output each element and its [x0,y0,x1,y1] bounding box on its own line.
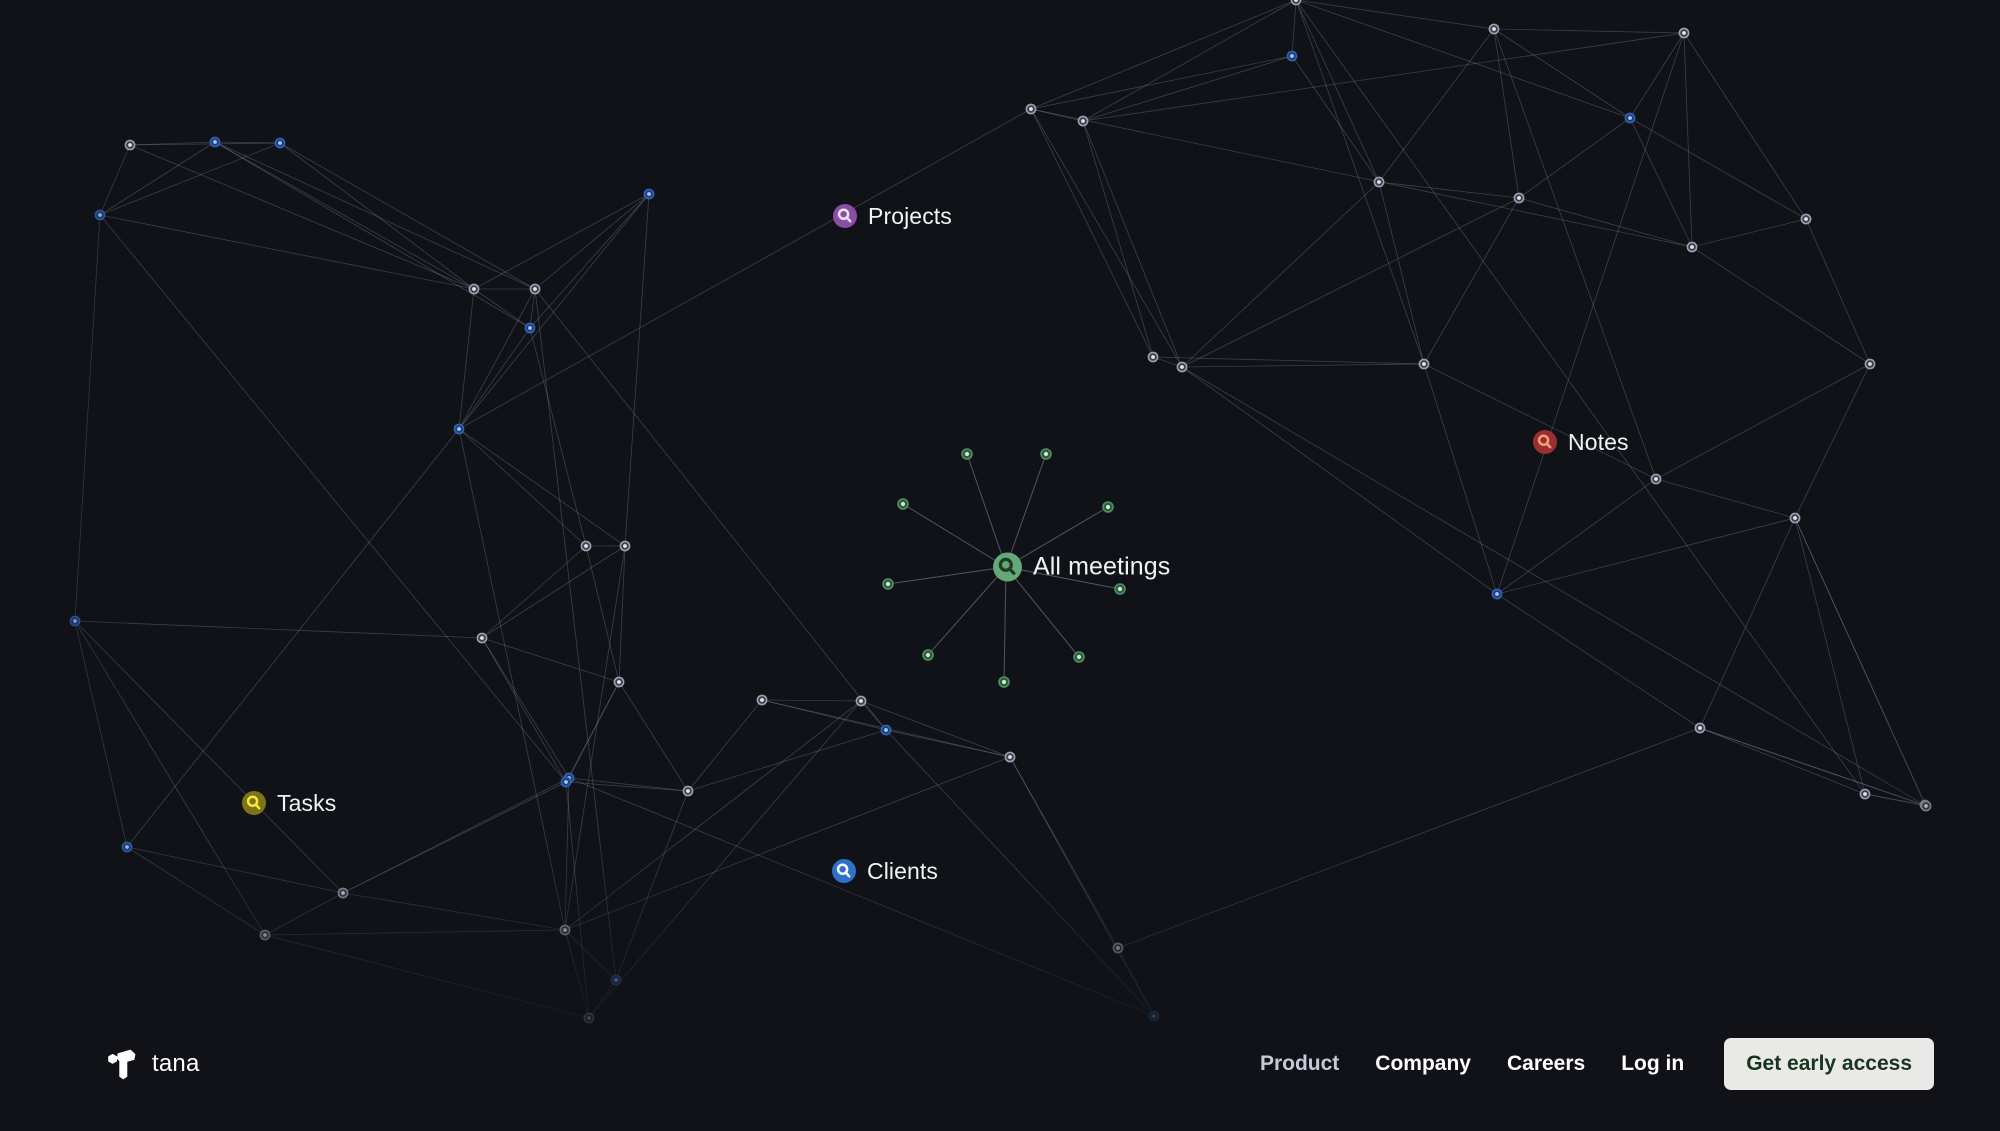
graph-hub-labels: Projects Notes All meetings Tasks Clients [0,0,2000,1131]
graph-hub-all-meetings[interactable]: All meetings [993,552,1171,582]
nav-link-careers[interactable]: Careers [1489,1053,1603,1074]
graph-hub-label: Clients [867,857,939,884]
search-icon [1533,430,1557,454]
search-icon [242,791,266,815]
footer-nav: Product Company Careers Log in [1242,1053,1702,1074]
graph-hub-label: All meetings [1033,552,1171,581]
nav-link-login[interactable]: Log in [1603,1053,1702,1074]
graph-hub-label: Notes [1568,428,1629,455]
tana-logo-icon [108,1049,136,1079]
brand-wordmark: tana [152,1049,200,1077]
nav-link-product[interactable]: Product [1242,1053,1357,1074]
graph-hub-tasks[interactable]: Tasks [242,791,336,815]
brand-logo[interactable]: tana [104,1046,200,1082]
graph-hub-label: Projects [868,202,952,229]
search-icon [833,204,857,228]
graph-hub-clients[interactable]: Clients [832,859,938,883]
get-early-access-button[interactable]: Get early access [1724,1037,1934,1090]
search-icon [832,859,856,883]
graph-hub-projects[interactable]: Projects [833,204,952,228]
site-footer: tana Product Company Careers Log in Get ear… [0,996,2000,1131]
search-icon [993,552,1022,582]
graph-canvas-stage: Projects Notes All meetings Tasks Clients ta… [0,0,2000,1131]
graph-hub-notes[interactable]: Notes [1533,430,1629,454]
graph-hub-label: Tasks [277,789,337,816]
nav-link-company[interactable]: Company [1357,1053,1489,1074]
